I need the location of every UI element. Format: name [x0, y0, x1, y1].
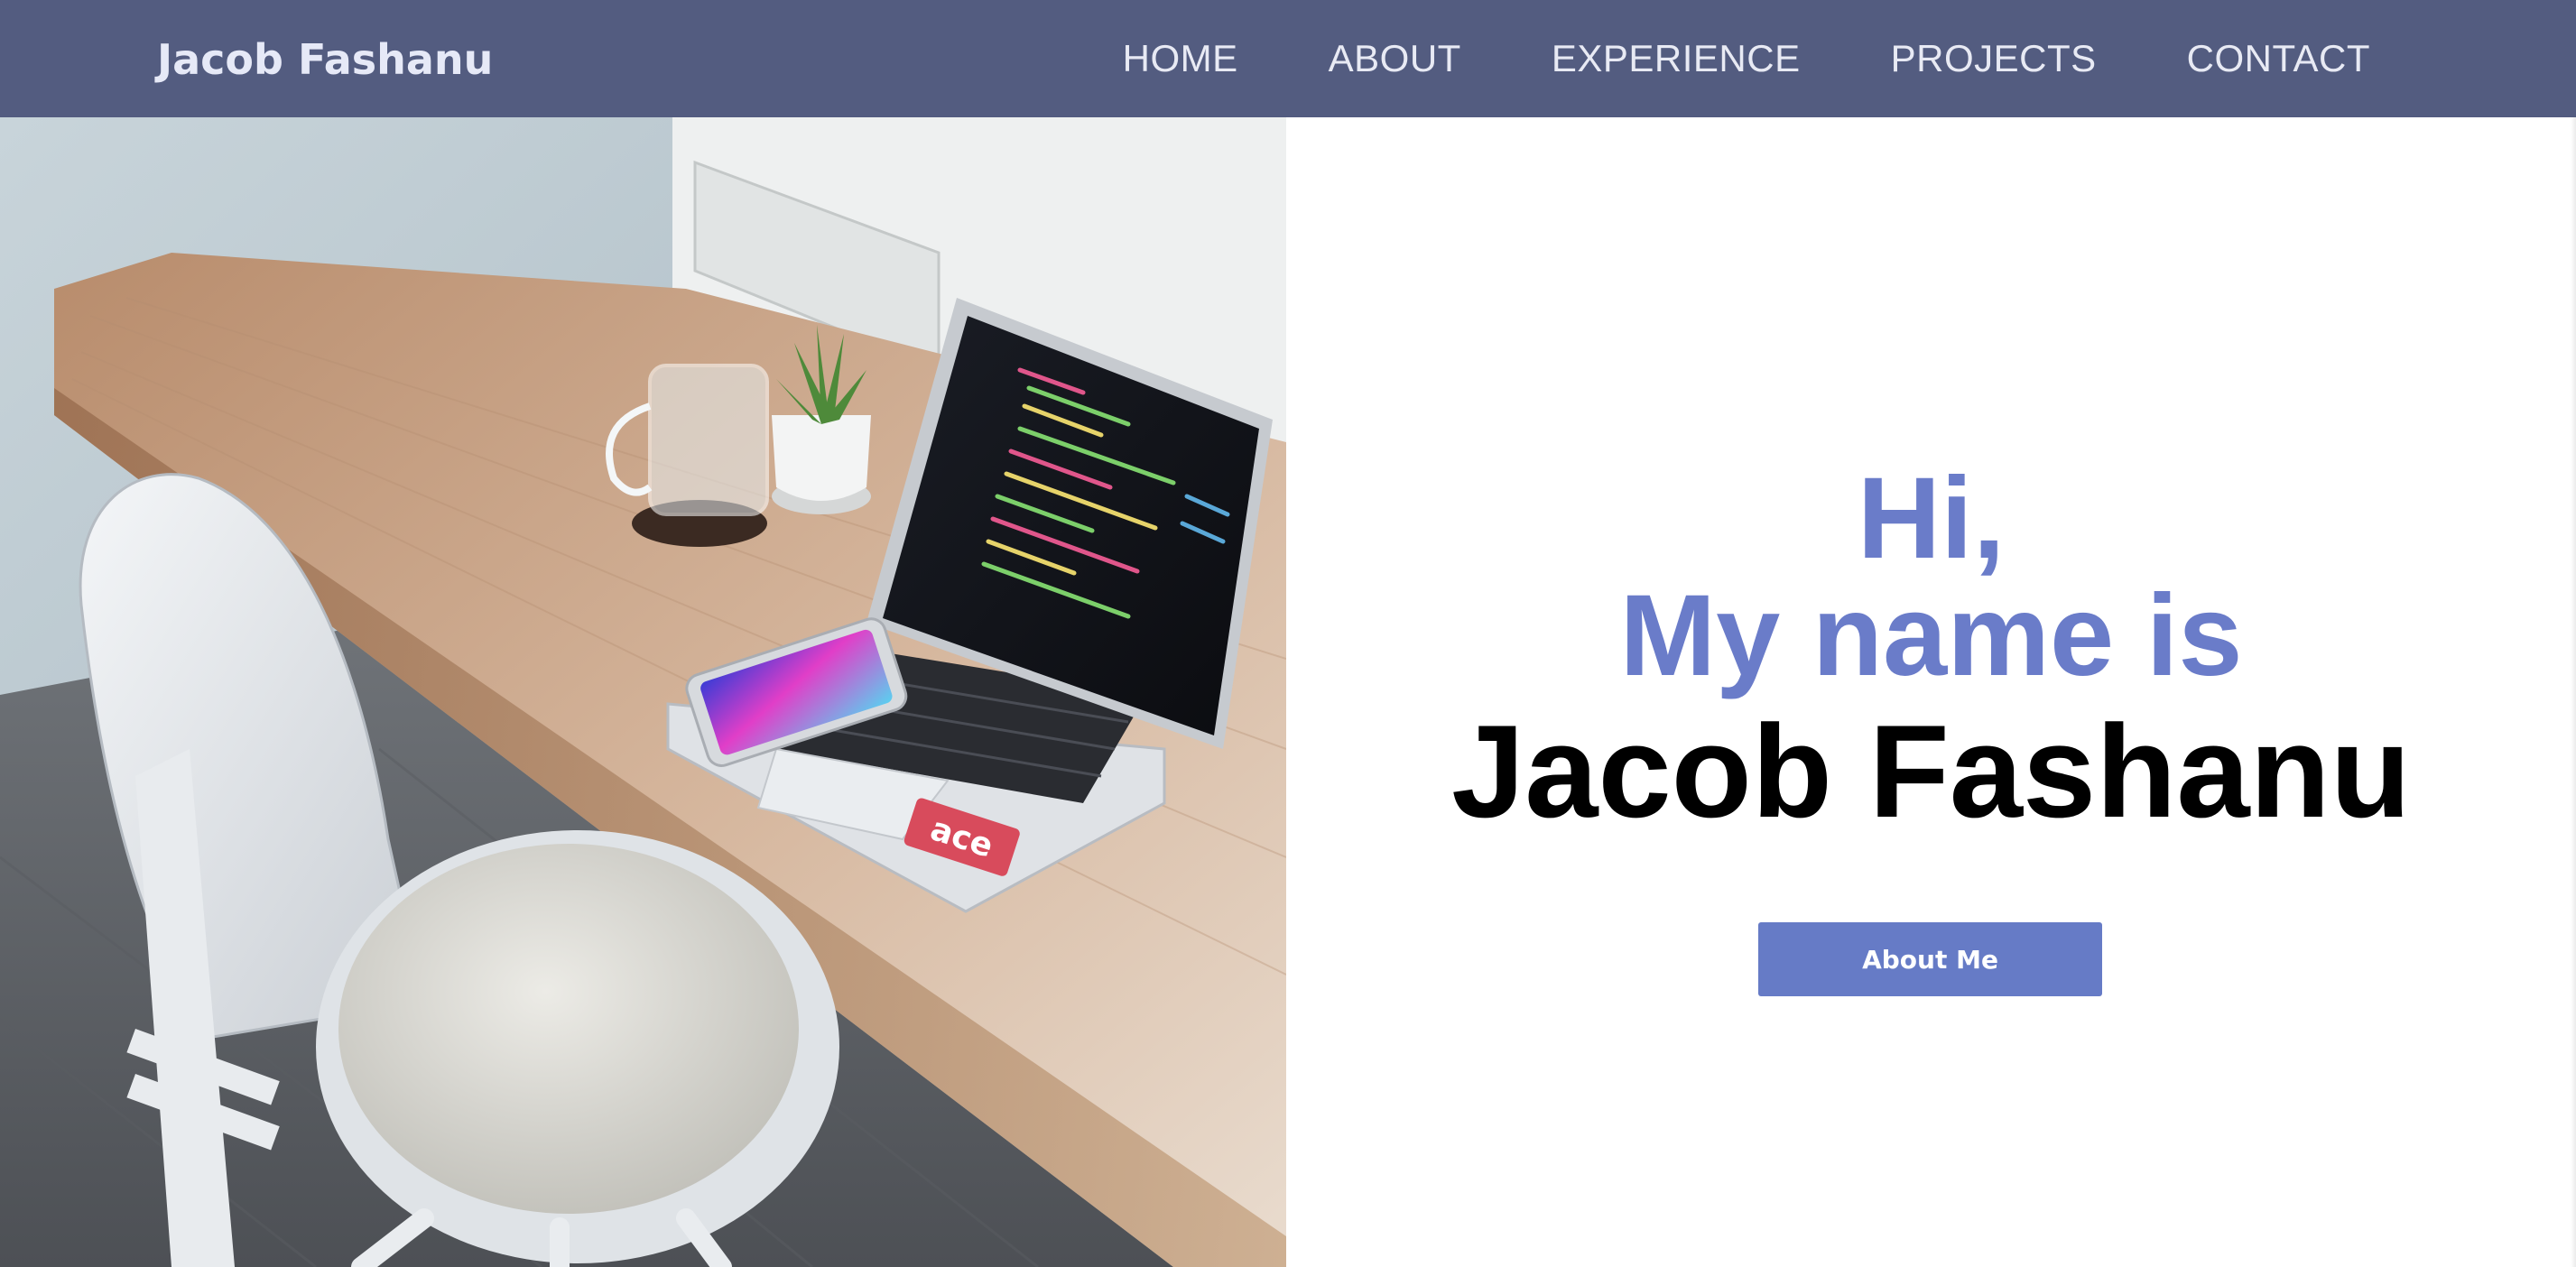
hero-photo: ace [0, 117, 1286, 1267]
greeting-line-1: Hi, [1857, 454, 2006, 583]
about-me-button[interactable]: About Me [1758, 922, 2102, 996]
greeting-line-2: My name is [1619, 571, 2243, 700]
brand-logo[interactable]: Jacob Fashanu [157, 32, 493, 87]
nav-item-home[interactable]: HOME [1123, 37, 1238, 80]
page-edge-shadow [2571, 117, 2576, 1267]
nav-menu: HOME ABOUT EXPERIENCE PROJECTS CONTACT [1123, 0, 2370, 117]
hero-name: Jacob Fashanu [1451, 698, 2411, 845]
nav-item-projects[interactable]: PROJECTS [1891, 37, 2097, 80]
navbar: Jacob Fashanu HOME ABOUT EXPERIENCE PROJ… [0, 0, 2576, 117]
nav-item-about[interactable]: ABOUT [1329, 37, 1461, 80]
hero-intro: Hi, My name is Jacob Fashanu About Me [1286, 117, 2576, 1267]
nav-item-experience[interactable]: EXPERIENCE [1552, 37, 1801, 80]
nav-item-contact[interactable]: CONTACT [2187, 37, 2370, 80]
